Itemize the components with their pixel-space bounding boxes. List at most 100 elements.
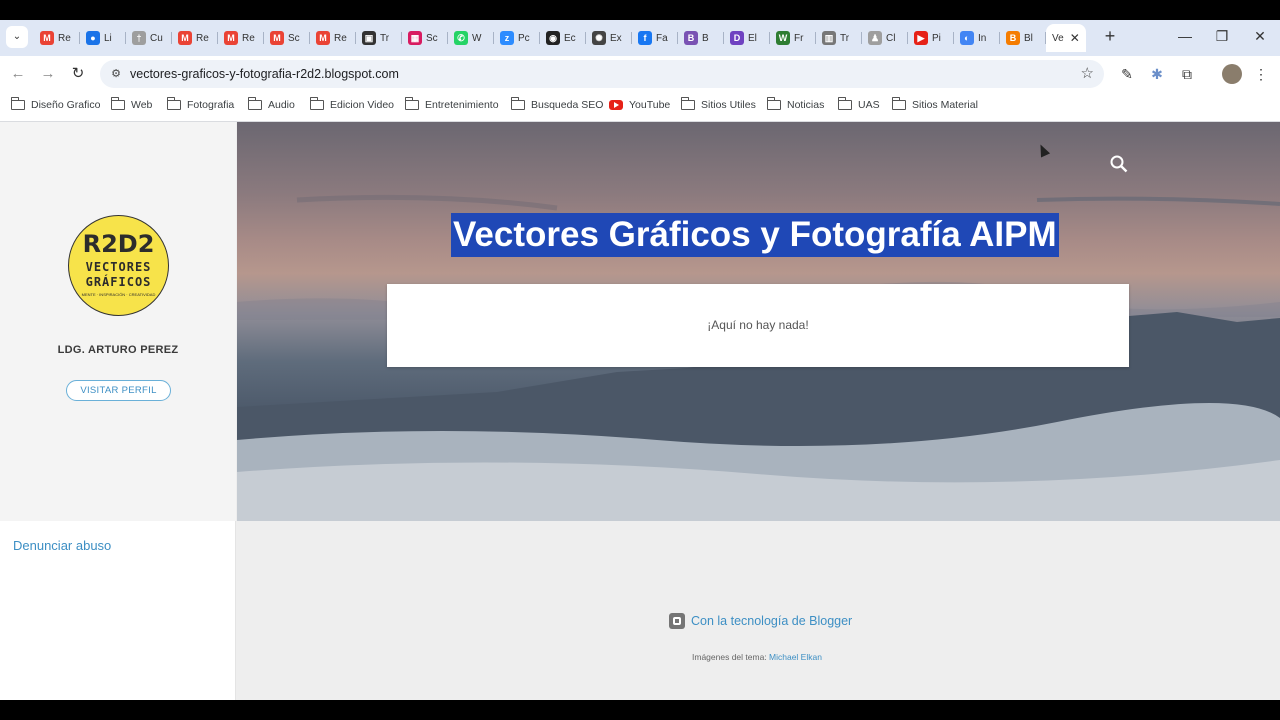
browser-tab[interactable]: B Bl — [1000, 24, 1046, 52]
bookmark-item[interactable]: Fotografia — [166, 97, 234, 111]
bookmark-item[interactable]: Busqueda SEO — [510, 97, 603, 111]
tab-search-icon[interactable]: ⌄ — [6, 26, 28, 48]
profile-avatar[interactable] — [1222, 64, 1242, 84]
bookmark-label: Web — [131, 99, 153, 111]
new-tab-icon[interactable]: + — [1100, 26, 1120, 46]
youtube-icon — [609, 100, 623, 110]
bookmark-item[interactable]: Sitios Utiles — [680, 97, 756, 111]
browser-tab[interactable]: BB — [678, 24, 724, 52]
folder-icon — [166, 97, 181, 110]
browser-tab[interactable]: f Fa — [632, 24, 678, 52]
gmail-icon: M — [224, 31, 238, 45]
browser-tab[interactable]: W Fr — [770, 24, 816, 52]
forward-icon[interactable]: → — [37, 63, 59, 85]
gmail-icon: M — [316, 31, 330, 45]
browser-tab[interactable]: ✺ Ex — [586, 24, 632, 52]
browser-tab[interactable]: M Re — [310, 24, 356, 52]
folder-icon — [891, 97, 906, 110]
bookmark-item[interactable]: Audio — [247, 97, 295, 111]
browser-tab[interactable]: ▥ Tr — [816, 24, 862, 52]
tab-title: Ex — [610, 32, 622, 44]
bookmark-label: Audio — [268, 99, 295, 111]
restore-icon[interactable]: ❐ — [1212, 26, 1232, 46]
bookmark-item[interactable]: YouTube — [609, 99, 670, 111]
bookmark-star-icon[interactable]: ☆ — [1081, 64, 1094, 82]
w-icon: W — [776, 31, 790, 45]
menu-kebab-icon[interactable]: ⋮ — [1251, 64, 1271, 84]
bookmark-item[interactable]: Diseño Grafico — [10, 97, 100, 111]
zoom-icon: z — [500, 31, 514, 45]
bookmark-item[interactable]: Noticias — [766, 97, 825, 111]
back-icon[interactable]: ← — [7, 63, 29, 85]
tab-list: M Re ● Li † Cu M Re M Re M Sc M Re ▣ Tr ▦ Sc ✆ Wz Pc ◉ Ec ✺ Ex f F… — [34, 24, 1086, 52]
browser-tab[interactable]: ◐ In — [954, 24, 1000, 52]
tab-title: Re — [58, 32, 71, 44]
browser-tab[interactable]: ● Li — [80, 24, 126, 52]
tab-title: Re — [196, 32, 209, 44]
folder-icon — [766, 97, 781, 110]
logo-subtitle: VECTORES GRÁFICOS — [69, 260, 168, 290]
powered-by-blogger-link[interactable]: Con la tecnología de Blogger — [669, 613, 852, 629]
bookmark-label: Entretenimiento — [425, 99, 499, 111]
address-bar[interactable]: ⚙ vectores-graficos-y-fotografia-r2d2.bl… — [100, 60, 1104, 88]
browser-tab[interactable]: † Cu — [126, 24, 172, 52]
close-tab-icon[interactable]: ✕ — [1070, 31, 1080, 45]
eyedropper-icon[interactable]: ✎ — [1117, 64, 1137, 84]
browser-tab[interactable]: ▣ Tr — [356, 24, 402, 52]
browser-tab[interactable]: ◉ Ec — [540, 24, 586, 52]
grid-icon: ▦ — [408, 31, 422, 45]
browser-window: ⌄ M Re ● Li † Cu M Re M Re M Sc M Re ▣ Tr ▦ Sc ✆ Wz Pc ◉ Ec ✺ Ex… — [0, 20, 1280, 700]
extension-puzzle-icon[interactable]: ✱ — [1147, 64, 1167, 84]
folder-icon — [247, 97, 262, 110]
search-icon[interactable] — [1109, 154, 1129, 174]
browser-tab[interactable]: z Pc — [494, 24, 540, 52]
bookmark-item[interactable]: UAS — [837, 97, 880, 111]
contact-icon: ▣ — [362, 31, 376, 45]
browser-tab[interactable]: M Sc — [264, 24, 310, 52]
browser-tab[interactable]: M Re — [34, 24, 80, 52]
url-text[interactable]: vectores-graficos-y-fotografia-r2d2.blog… — [130, 67, 399, 81]
browser-tab[interactable]: M Re — [172, 24, 218, 52]
browser-tab[interactable]: ▶ Pi — [908, 24, 954, 52]
bookmark-item[interactable]: Entretenimiento — [404, 97, 499, 111]
browser-tab[interactable]: ✆ W — [448, 24, 494, 52]
tab-title: Tr — [840, 32, 850, 44]
browser-tab[interactable]: D El — [724, 24, 770, 52]
browser-tab[interactable]: ♟ Cl — [862, 24, 908, 52]
blog-title[interactable]: Vectores Gráficos y Fotografía AIPM — [451, 213, 1059, 257]
tab-title: Cl — [886, 32, 896, 44]
bookmark-item[interactable]: Edicion Video — [309, 97, 394, 111]
bookmark-label: Sitios Utiles — [701, 99, 756, 111]
bookmark-item[interactable]: Sitios Material — [891, 97, 978, 111]
powered-by-text[interactable]: Con la tecnología de Blogger — [691, 614, 852, 628]
close-window-icon[interactable]: ✕ — [1250, 26, 1270, 46]
gmail-icon: M — [178, 31, 192, 45]
browser-tab[interactable]: M Re — [218, 24, 264, 52]
folder-icon — [404, 97, 419, 110]
profile-name: LDG. ARTURO PEREZ — [57, 344, 179, 356]
reload-icon[interactable]: ↻ — [67, 63, 89, 85]
folder-icon — [837, 97, 852, 110]
logo-subtitle-line2: GRÁFICOS — [85, 275, 152, 289]
bookmark-item[interactable]: Web — [110, 97, 153, 111]
theme-credit-author-link[interactable]: Michael Elkan — [769, 652, 822, 662]
report-abuse-link[interactable]: Denunciar abuso — [13, 538, 111, 553]
visit-profile-button[interactable]: VISITAR PERFIL — [66, 380, 171, 401]
browser-tab[interactable]: ▦ Sc — [402, 24, 448, 52]
site-icon: ♟ — [868, 31, 882, 45]
folder-icon — [680, 97, 695, 110]
minimize-icon[interactable]: — — [1175, 26, 1195, 46]
blogger-icon — [669, 613, 685, 629]
logo-tagline: MENTE · INSPIRACIÓN · CREATIVIDAD — [81, 292, 156, 297]
circle-icon: ◉ — [546, 31, 560, 45]
active-browser-tab[interactable]: Ve ✕ — [1046, 24, 1086, 52]
bootstrap-icon: B — [684, 31, 698, 45]
site-icon: † — [132, 31, 146, 45]
bookmarks-bar: Diseño Grafico Web Fotografia Audio Edicion … — [0, 92, 1280, 122]
bookmark-label: Noticias — [787, 99, 825, 111]
tab-title: Ec — [564, 32, 576, 44]
extensions-icon[interactable]: ⧉ — [1177, 64, 1197, 84]
site-info-icon[interactable]: ⚙ — [108, 66, 124, 82]
tab-title: Bl — [1024, 32, 1033, 44]
empty-posts-message: ¡Aquí no hay nada! — [707, 318, 809, 332]
